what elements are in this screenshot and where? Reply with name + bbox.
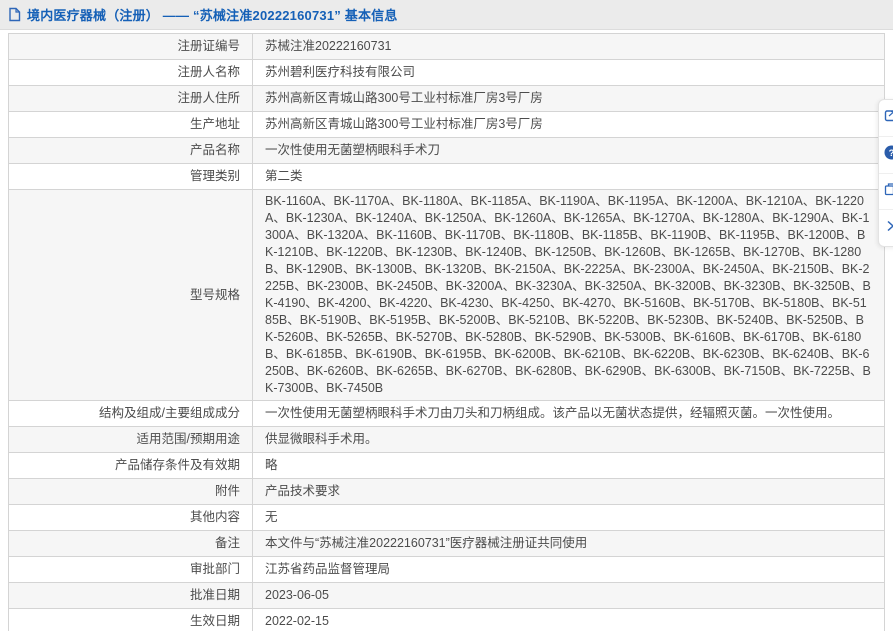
row-label: 注册人名称 [9, 60, 253, 86]
table-row: 适用范围/预期用途 供显微眼科手术用。 [9, 427, 885, 453]
row-label: 管理类别 [9, 164, 253, 190]
row-value: 苏州碧利医疗科技有限公司 [253, 60, 885, 86]
row-label: 适用范围/预期用途 [9, 427, 253, 453]
table-row: 注册证编号 苏械注准20222160731 [9, 34, 885, 60]
table-row: 生效日期 2022-02-15 [9, 609, 885, 631]
row-label: 型号规格 [9, 190, 253, 401]
row-label: 审批部门 [9, 557, 253, 583]
table-row: 备注 本文件与“苏械注准20222160731”医疗器械注册证共同使用 [9, 531, 885, 557]
row-label: 其他内容 [9, 505, 253, 531]
table-row: 产品名称 一次性使用无菌塑柄眼科手术刀 [9, 138, 885, 164]
help-circle-icon: ? [884, 145, 893, 165]
table-row: 结构及组成/主要组成成分 一次性使用无菌塑柄眼科手术刀由刀头和刀柄组成。该产品以… [9, 401, 885, 427]
row-value: 第二类 [253, 164, 885, 190]
document-icon [8, 7, 21, 22]
row-label: 注册人住所 [9, 86, 253, 112]
row-value: 供显微眼科手术用。 [253, 427, 885, 453]
floating-side-panel: ? [878, 99, 893, 247]
row-value: 2022-02-15 [253, 609, 885, 631]
row-value: 2023-06-05 [253, 583, 885, 609]
table-row: 注册人住所 苏州高新区青城山路300号工业村标准厂房3号厂房 [9, 86, 885, 112]
svg-text:?: ? [889, 148, 893, 159]
copy-button[interactable] [879, 174, 893, 211]
row-value: 一次性使用无菌塑柄眼科手术刀由刀头和刀柄组成。该产品以无菌状态提供，经辐照灭菌。… [253, 401, 885, 427]
row-value: 苏州高新区青城山路300号工业村标准厂房3号厂房 [253, 86, 885, 112]
table-row: 批准日期 2023-06-05 [9, 583, 885, 609]
row-label: 生产地址 [9, 112, 253, 138]
table-row: 型号规格 BK-1160A、BK-1170A、BK-1180A、BK-1185A… [9, 190, 885, 401]
share-window-button[interactable] [879, 100, 893, 137]
copy-icon [884, 182, 893, 201]
row-label: 注册证编号 [9, 34, 253, 60]
share-window-icon [884, 108, 893, 127]
row-value: 无 [253, 505, 885, 531]
collapse-chevron-icon [884, 219, 893, 237]
row-label: 产品名称 [9, 138, 253, 164]
row-value: 江苏省药品监督管理局 [253, 557, 885, 583]
table-row: 其他内容 无 [9, 505, 885, 531]
row-label: 附件 [9, 479, 253, 505]
page-header: 境内医疗器械（注册） —— “苏械注准20222160731” 基本信息 [0, 0, 893, 30]
table-row: 审批部门 江苏省药品监督管理局 [9, 557, 885, 583]
row-value: BK-1160A、BK-1170A、BK-1180A、BK-1185A、BK-1… [253, 190, 885, 401]
table-row: 注册人名称 苏州碧利医疗科技有限公司 [9, 60, 885, 86]
panel-collapse-button[interactable] [879, 210, 893, 246]
row-value: 本文件与“苏械注准20222160731”医疗器械注册证共同使用 [253, 531, 885, 557]
row-value: 略 [253, 453, 885, 479]
registration-info-table: 注册证编号 苏械注准20222160731 注册人名称 苏州碧利医疗科技有限公司… [8, 33, 885, 631]
table-row: 生产地址 苏州高新区青城山路300号工业村标准厂房3号厂房 [9, 112, 885, 138]
page: 境内医疗器械（注册） —— “苏械注准20222160731” 基本信息 注册证… [0, 0, 893, 631]
help-button[interactable]: ? [879, 137, 893, 174]
row-value: 苏州高新区青城山路300号工业村标准厂房3号厂房 [253, 112, 885, 138]
row-value: 产品技术要求 [253, 479, 885, 505]
table-row: 管理类别 第二类 [9, 164, 885, 190]
row-label: 批准日期 [9, 583, 253, 609]
table-row: 附件 产品技术要求 [9, 479, 885, 505]
row-label: 产品储存条件及有效期 [9, 453, 253, 479]
row-label: 生效日期 [9, 609, 253, 631]
row-value: 一次性使用无菌塑柄眼科手术刀 [253, 138, 885, 164]
page-title: 境内医疗器械（注册） —— “苏械注准20222160731” 基本信息 [27, 5, 398, 24]
row-value: 苏械注准20222160731 [253, 34, 885, 60]
row-label: 结构及组成/主要组成成分 [9, 401, 253, 427]
table-row: 产品储存条件及有效期 略 [9, 453, 885, 479]
row-label: 备注 [9, 531, 253, 557]
